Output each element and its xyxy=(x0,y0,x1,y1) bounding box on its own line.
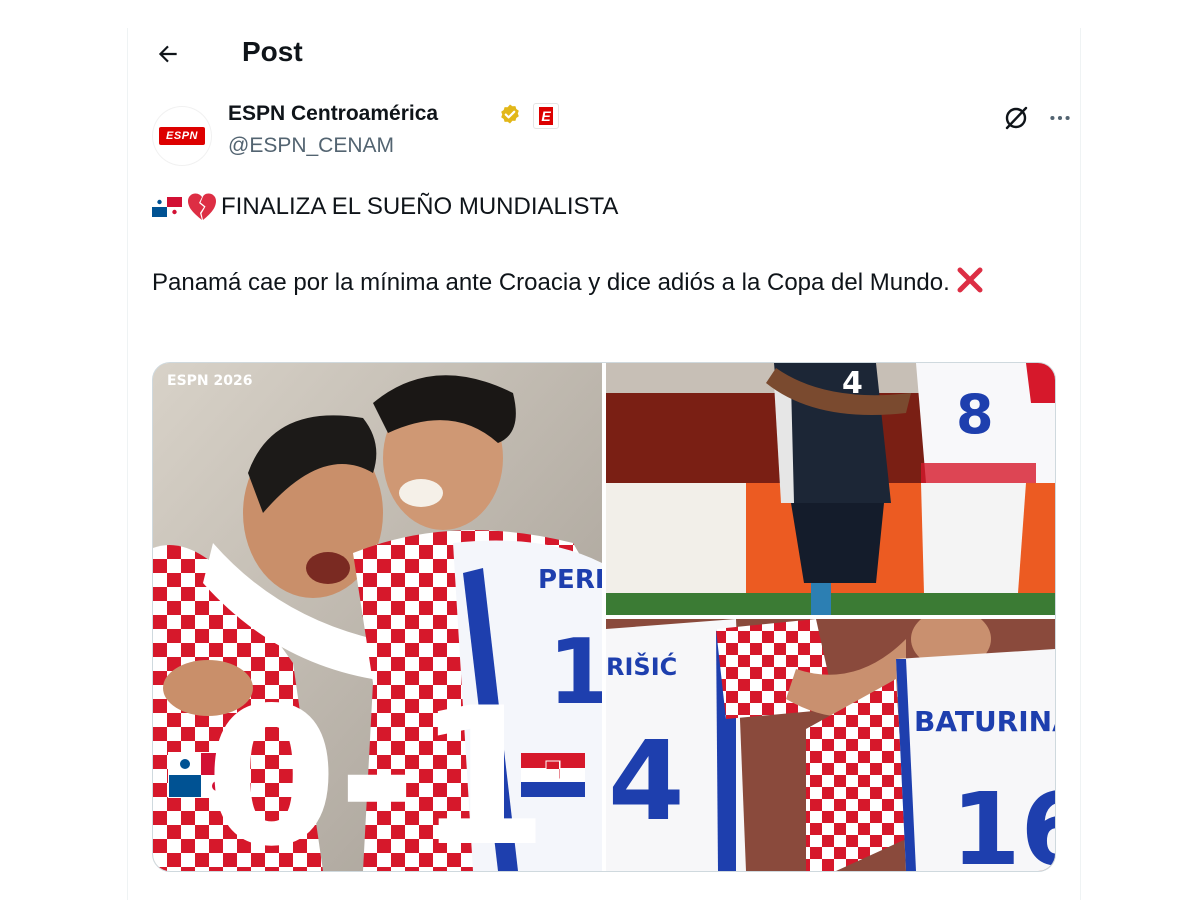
espn-watermark: ESPN 2026 xyxy=(167,373,252,389)
tweet-headline: FINALIZA EL SUEÑO MUNDIALISTA xyxy=(221,193,619,220)
arrow-left-icon xyxy=(155,41,181,67)
author-name[interactable]: ESPN Centroamérica xyxy=(228,100,438,128)
br-jersey-name-right: BATURINA xyxy=(914,705,1055,738)
back-button[interactable] xyxy=(148,34,188,74)
broken-heart-icon xyxy=(186,192,218,222)
author-handle[interactable]: @ESPN_CENAM xyxy=(228,132,394,160)
cross-mark-icon xyxy=(956,266,984,294)
left-jersey-name: PERIŠIĆ xyxy=(538,563,602,595)
photo-top-right[interactable]: 4 8 xyxy=(606,363,1055,615)
tr-jersey-number-white: 8 xyxy=(956,383,994,446)
grok-icon xyxy=(1002,104,1030,132)
br-jersey-number-left: 4 xyxy=(608,717,685,845)
br-jersey-name-left: RIŠIĆ xyxy=(606,651,677,681)
more-button[interactable] xyxy=(1042,100,1078,136)
grok-button[interactable] xyxy=(998,100,1034,136)
media-grid: PERIŠIĆ 1 ESPN 2026 xyxy=(152,362,1056,872)
br-jersey-number-right: 16 xyxy=(951,771,1055,871)
avatar[interactable]: ESPN xyxy=(152,106,212,166)
verified-badge-icon[interactable] xyxy=(498,103,522,127)
more-icon xyxy=(1047,105,1073,131)
top-bar: Post xyxy=(128,28,1080,76)
page-title: Post xyxy=(242,36,303,67)
post-column: Post ESPN ESPN Centroamérica E @ESPN_CEN… xyxy=(127,28,1081,900)
author-row: ESPN ESPN Centroamérica E @ESPN_CENAM xyxy=(152,100,1070,166)
tweet-body: Panamá cae por la mínima ante Croacia y … xyxy=(152,269,950,296)
photo-bottom-right[interactable]: RIŠIĆ 4 BATURINA 16 xyxy=(606,619,1055,871)
affiliate-badge[interactable]: E xyxy=(533,103,559,129)
tweet-text: FINALIZA EL SUEÑO MUNDIALISTA Panamá cae… xyxy=(152,188,1052,302)
panama-flag-icon xyxy=(152,197,182,217)
score: 0-1 xyxy=(205,667,548,871)
espn-logo: ESPN xyxy=(159,127,205,145)
left-jersey-number: 1 xyxy=(548,620,602,725)
photo-left[interactable]: PERIŠIĆ 1 ESPN 2026 xyxy=(153,363,602,871)
